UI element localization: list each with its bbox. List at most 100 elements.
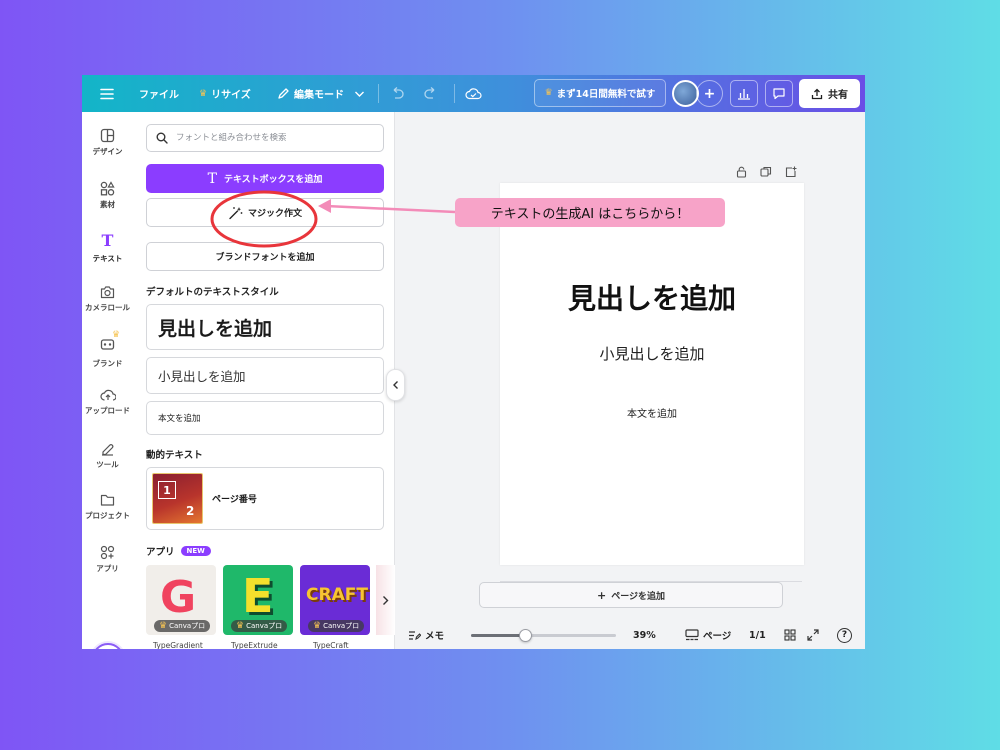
pages-button[interactable]: ページ bbox=[685, 621, 731, 649]
rail-item-projects[interactable]: プロジェクト bbox=[82, 493, 133, 537]
rail-item-text[interactable]: T テキスト bbox=[82, 232, 133, 276]
subheading-style-label: 小見出しを追加 bbox=[158, 369, 246, 384]
edit-mode-dropdown[interactable]: 編集モード bbox=[277, 75, 365, 112]
upload-icon bbox=[99, 389, 116, 401]
file-menu[interactable]: ファイル bbox=[139, 75, 179, 112]
free-trial-button[interactable]: ♛ まず14日間無料で試す bbox=[534, 79, 666, 107]
page-thumb-number-2: 2 bbox=[186, 504, 195, 518]
canva-pro-badge: ♛ Canvaプロ bbox=[231, 620, 288, 632]
crown-icon: ♛ bbox=[236, 621, 245, 631]
bottom-toolbar: メモ 39% ページ 1/1 ? bbox=[396, 621, 865, 649]
magic-write-button[interactable]: マジック作文 bbox=[146, 198, 384, 227]
collapse-panel-button[interactable] bbox=[386, 369, 405, 401]
canva-pro-badge: ♛ Canvaプロ bbox=[308, 620, 365, 632]
text-icon: T bbox=[207, 170, 217, 187]
canvas-subheading[interactable]: 小見出しを追加 bbox=[500, 343, 804, 364]
comment-button[interactable] bbox=[765, 80, 793, 107]
rail-item-design[interactable]: デザイン bbox=[82, 128, 133, 172]
camera-icon bbox=[100, 286, 115, 299]
insights-button[interactable] bbox=[730, 80, 758, 107]
app-name: TypeGradient bbox=[153, 641, 203, 649]
chevron-left-icon bbox=[393, 381, 398, 389]
add-heading-style[interactable]: 見出しを追加 bbox=[146, 304, 384, 350]
bar-chart-icon bbox=[738, 89, 750, 100]
add-subheading-style[interactable]: 小見出しを追加 bbox=[146, 357, 384, 394]
canvas-heading[interactable]: 見出しを追加 bbox=[500, 277, 804, 317]
resize-label: リサイズ bbox=[211, 90, 251, 101]
magic-wand-icon bbox=[229, 206, 243, 219]
grid-view-button[interactable] bbox=[784, 621, 796, 649]
page-thumb-box-1: 1 bbox=[158, 481, 176, 499]
cloud-save-button[interactable] bbox=[465, 75, 482, 112]
plus-icon: + bbox=[596, 588, 607, 602]
font-search-input[interactable] bbox=[176, 133, 376, 143]
page-number-card[interactable]: 1 2 ページ番号 bbox=[146, 467, 384, 530]
lock-page-button[interactable] bbox=[736, 163, 747, 182]
default-styles-title: デフォルトのテキストスタイル bbox=[146, 287, 279, 298]
add-textbox-button[interactable]: T テキストボックスを追加 bbox=[146, 164, 384, 193]
design-icon bbox=[100, 128, 115, 143]
app-tile-typeextrude[interactable]: E ♛ Canvaプロ bbox=[223, 565, 293, 635]
tools-icon bbox=[102, 444, 114, 456]
resize-button[interactable]: ♛ リサイズ bbox=[199, 75, 251, 112]
page-number-thumbnail: 1 2 bbox=[152, 473, 203, 524]
left-nav-rail: デザイン 素材 T テキスト カメラロール ♛ ブランド アップロード ツール bbox=[82, 112, 133, 649]
rail-item-apps[interactable]: アプリ bbox=[82, 545, 133, 589]
text-panel: T テキストボックスを追加 マジック作文 ブランドフォントを追加 デフォルトのテ… bbox=[133, 112, 395, 649]
crown-icon: ♛ bbox=[313, 621, 322, 631]
typeextrude-glyph: E bbox=[242, 569, 274, 623]
crown-icon: ♛ bbox=[199, 88, 208, 99]
dynamic-text-title: 動的テキスト bbox=[146, 450, 203, 461]
comment-icon bbox=[773, 88, 785, 100]
fullscreen-button[interactable] bbox=[807, 621, 819, 649]
pages-label: ページ bbox=[703, 631, 732, 642]
undo-button[interactable] bbox=[390, 75, 405, 112]
notes-button[interactable]: メモ bbox=[408, 621, 444, 649]
add-body-style[interactable]: 本文を追加 bbox=[146, 401, 384, 435]
design-page[interactable]: 見出しを追加 小見出しを追加 本文を追加 bbox=[500, 183, 804, 565]
redo-icon bbox=[424, 87, 435, 99]
chevron-right-icon bbox=[383, 595, 389, 605]
rail-label: プロジェクト bbox=[85, 511, 130, 520]
duplicate-icon bbox=[760, 166, 772, 177]
font-search-box[interactable] bbox=[146, 124, 384, 152]
page-count: 1/1 bbox=[749, 629, 766, 641]
page-counter: 1/1 bbox=[749, 621, 766, 649]
help-glyph: ? bbox=[841, 630, 848, 640]
add-page-icon-button[interactable] bbox=[785, 163, 797, 182]
canvas-body-text[interactable]: 本文を追加 bbox=[500, 405, 804, 420]
cloud-check-icon bbox=[465, 88, 482, 100]
apps-next-tile[interactable] bbox=[376, 565, 395, 635]
rail-item-elements[interactable]: 素材 bbox=[82, 181, 133, 225]
main-menu-button[interactable] bbox=[100, 75, 114, 112]
top-toolbar: ファイル ♛ リサイズ 編集モード ♛ まず14日間無料で試す + 共有 bbox=[82, 75, 865, 112]
file-menu-label: ファイル bbox=[139, 90, 179, 101]
add-brand-fonts-button[interactable]: ブランドフォントを追加 bbox=[146, 242, 384, 271]
app-tile-typegradient[interactable]: G ♛ Canvaプロ bbox=[146, 565, 216, 635]
crown-icon: ♛ bbox=[112, 330, 121, 340]
app-tile-typecraft[interactable]: CRAFT ♛ Canvaプロ bbox=[300, 565, 370, 635]
grid-icon bbox=[784, 629, 796, 641]
rail-item-upload[interactable]: アップロード bbox=[82, 388, 133, 432]
crown-icon: ♛ bbox=[159, 621, 168, 631]
rail-item-camera-roll[interactable]: カメラロール bbox=[82, 285, 133, 329]
pro-badge-label: Canvaプロ bbox=[246, 622, 283, 630]
add-page-button[interactable]: + ページを追加 bbox=[479, 582, 783, 608]
avatar[interactable] bbox=[672, 80, 699, 107]
zoom-slider[interactable] bbox=[471, 629, 616, 642]
magic-assistant-button[interactable] bbox=[92, 643, 124, 649]
share-button[interactable]: 共有 bbox=[799, 79, 860, 108]
rail-item-brand[interactable]: ♛ ブランド bbox=[82, 330, 133, 380]
apps-heading: アプリ NEW bbox=[146, 544, 211, 558]
invite-button[interactable]: + bbox=[696, 80, 723, 107]
duplicate-page-button[interactable] bbox=[760, 163, 772, 182]
zoom-level[interactable]: 39% bbox=[633, 621, 656, 649]
pencil-icon bbox=[278, 88, 289, 99]
redo-button[interactable] bbox=[423, 75, 438, 112]
zoom-slider-handle[interactable] bbox=[519, 629, 532, 642]
rail-item-tools[interactable]: ツール bbox=[82, 441, 133, 485]
help-button[interactable]: ? bbox=[837, 621, 852, 649]
zoom-slider-fill bbox=[471, 634, 525, 637]
page-number-label: ページ番号 bbox=[212, 495, 257, 505]
add-textbox-label: テキストボックスを追加 bbox=[223, 175, 323, 185]
